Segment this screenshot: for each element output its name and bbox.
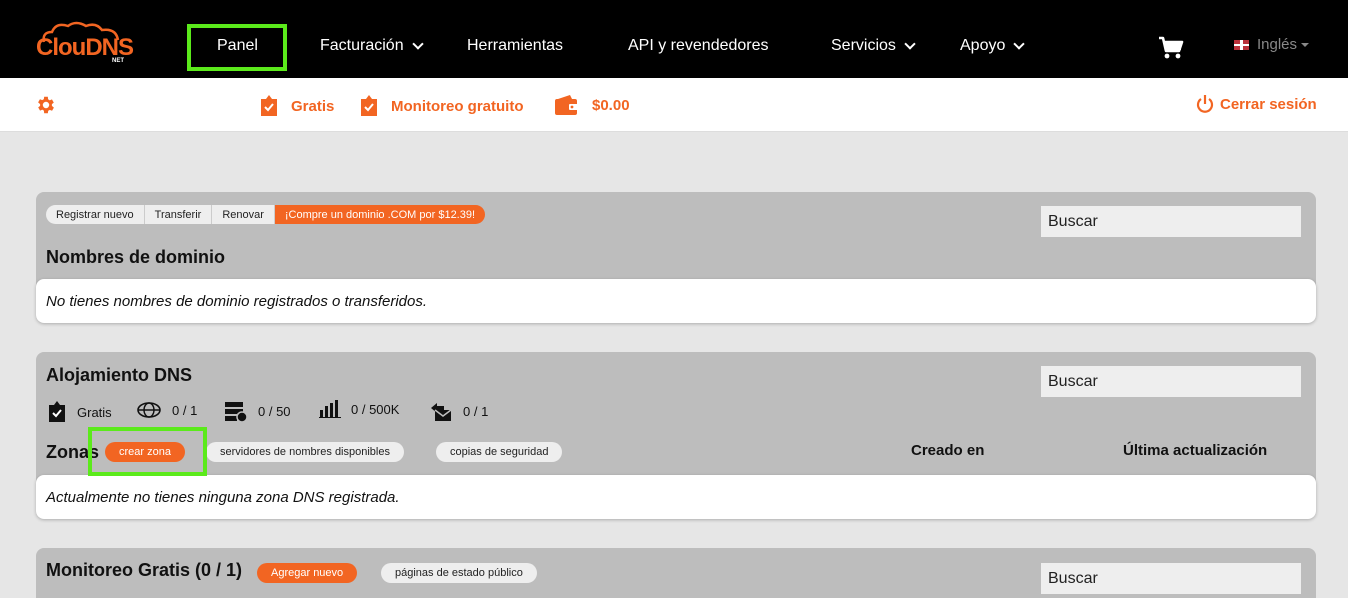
logo-subtext: NET bbox=[112, 58, 124, 64]
logout-link[interactable]: Cerrar sesión bbox=[1196, 94, 1317, 114]
chevron-down-icon bbox=[411, 38, 424, 50]
caret-down-icon bbox=[1301, 42, 1310, 47]
plan-label: Gratis bbox=[291, 97, 335, 115]
tag-check-icon bbox=[261, 95, 277, 116]
dns-hosting-title: Alojamiento DNS bbox=[46, 365, 193, 385]
backups-button[interactable]: copias de seguridad bbox=[436, 442, 563, 462]
nav-label: Panel bbox=[217, 37, 258, 54]
queries-count-stat: 0 / 500K bbox=[319, 400, 399, 418]
available-nameservers-button[interactable]: servidores de nombres disponibles bbox=[206, 442, 404, 462]
balance-label: $0.00 bbox=[592, 96, 630, 114]
mail-transfer-icon bbox=[431, 403, 452, 421]
dns-empty-message: Actualmente no tienes ninguna zona DNS r… bbox=[36, 475, 1316, 519]
power-icon bbox=[1196, 95, 1214, 113]
stat-value: 0 / 1 bbox=[172, 402, 198, 418]
nav-label: Facturación bbox=[320, 37, 404, 54]
dns-hosting-panel: Alojamiento DNS Gratis 0 / 1 0 / 50 bbox=[36, 352, 1316, 519]
monitoring-label: Monitoreo gratuito bbox=[391, 97, 524, 115]
create-zone-highlight-box bbox=[88, 427, 207, 476]
gear-icon[interactable] bbox=[35, 94, 57, 116]
wallet-icon bbox=[555, 95, 579, 115]
stat-value: 0 / 500K bbox=[351, 401, 400, 417]
stat-value: Gratis bbox=[77, 404, 112, 420]
chevron-down-icon bbox=[904, 38, 916, 50]
add-new-monitor-button[interactable]: Agregar nuevo bbox=[257, 563, 358, 583]
nav-label: Servicios bbox=[831, 37, 896, 54]
language-selector[interactable]: Inglés bbox=[1234, 36, 1310, 53]
updated-column-header[interactable]: Última actualización bbox=[1123, 442, 1267, 459]
cloudns-logo[interactable]: ClouDNS NET bbox=[36, 20, 134, 66]
nav-item-panel[interactable]: Panel bbox=[217, 34, 258, 58]
cart-icon[interactable] bbox=[1158, 36, 1184, 60]
nav-item-tools[interactable]: Herramientas bbox=[467, 34, 563, 58]
public-status-pages-button[interactable]: páginas de estado público bbox=[381, 563, 537, 583]
domain-names-title: Nombres de dominio bbox=[46, 247, 226, 267]
monitoring-panel: Monitoreo Gratis (0 / 1) Agregar nuevo p… bbox=[36, 548, 1316, 598]
bar-chart-icon bbox=[319, 400, 341, 418]
nav-item-api-resellers[interactable]: API y revendedores bbox=[628, 34, 769, 58]
balance-link[interactable]: $0.00 bbox=[554, 94, 630, 116]
free-monitoring-link[interactable]: Monitoreo gratuito bbox=[359, 94, 523, 118]
nav-item-support[interactable]: Apoyo bbox=[960, 34, 1026, 58]
language-label: Inglés bbox=[1257, 36, 1298, 53]
logout-label: Cerrar sesión bbox=[1220, 95, 1317, 113]
tag-check-icon bbox=[49, 401, 65, 422]
transfer-button[interactable]: Transferir bbox=[144, 205, 213, 224]
nav-label: Herramientas bbox=[467, 37, 564, 54]
renew-button[interactable]: Renovar bbox=[212, 205, 275, 224]
domain-actions-group: Registrar nuevo Transferir Renovar ¡Comp… bbox=[46, 205, 486, 224]
dns-search-input[interactable] bbox=[1041, 366, 1301, 397]
domain-empty-message: No tienes nombres de dominio registrados… bbox=[36, 279, 1316, 323]
zones-count-stat: 0 / 1 bbox=[136, 400, 197, 420]
plan-link[interactable]: Gratis bbox=[259, 94, 334, 118]
stat-value: 0 / 1 bbox=[463, 403, 489, 419]
uk-flag-icon bbox=[1234, 39, 1249, 50]
monitoring-title: Monitoreo Gratis (0 / 1) bbox=[46, 560, 243, 580]
buy-com-domain-button[interactable]: ¡Compre un dominio .COM por $12.39! bbox=[274, 205, 486, 224]
nav-label: Apoyo bbox=[960, 37, 1006, 54]
top-navigation-bar: ClouDNS NET Panel Facturación Herramient… bbox=[0, 0, 1348, 78]
globe-icon bbox=[137, 402, 161, 418]
monitoring-search-input[interactable] bbox=[1041, 563, 1301, 594]
tag-check-icon bbox=[361, 95, 377, 116]
account-bar: Gratis Monitoreo gratuito $0.00 Cerrar s… bbox=[0, 78, 1348, 132]
stat-value: 0 / 50 bbox=[258, 403, 291, 419]
register-new-button[interactable]: Registrar nuevo bbox=[46, 205, 145, 224]
records-count-stat: 0 / 50 bbox=[224, 400, 291, 422]
dns-plan-stat: Gratis bbox=[47, 400, 112, 424]
created-column-header[interactable]: Creado en bbox=[911, 442, 984, 459]
nav-item-services[interactable]: Servicios bbox=[831, 34, 916, 58]
server-globe-icon bbox=[225, 402, 248, 422]
chevron-down-icon bbox=[1013, 38, 1026, 50]
nav-item-billing[interactable]: Facturación bbox=[320, 34, 424, 58]
mail-forward-stat: 0 / 1 bbox=[429, 400, 488, 422]
domain-search-input[interactable] bbox=[1041, 206, 1301, 237]
nav-label: API y revendedores bbox=[628, 37, 769, 54]
domain-names-panel: Registrar nuevo Transferir Renovar ¡Comp… bbox=[36, 192, 1316, 323]
